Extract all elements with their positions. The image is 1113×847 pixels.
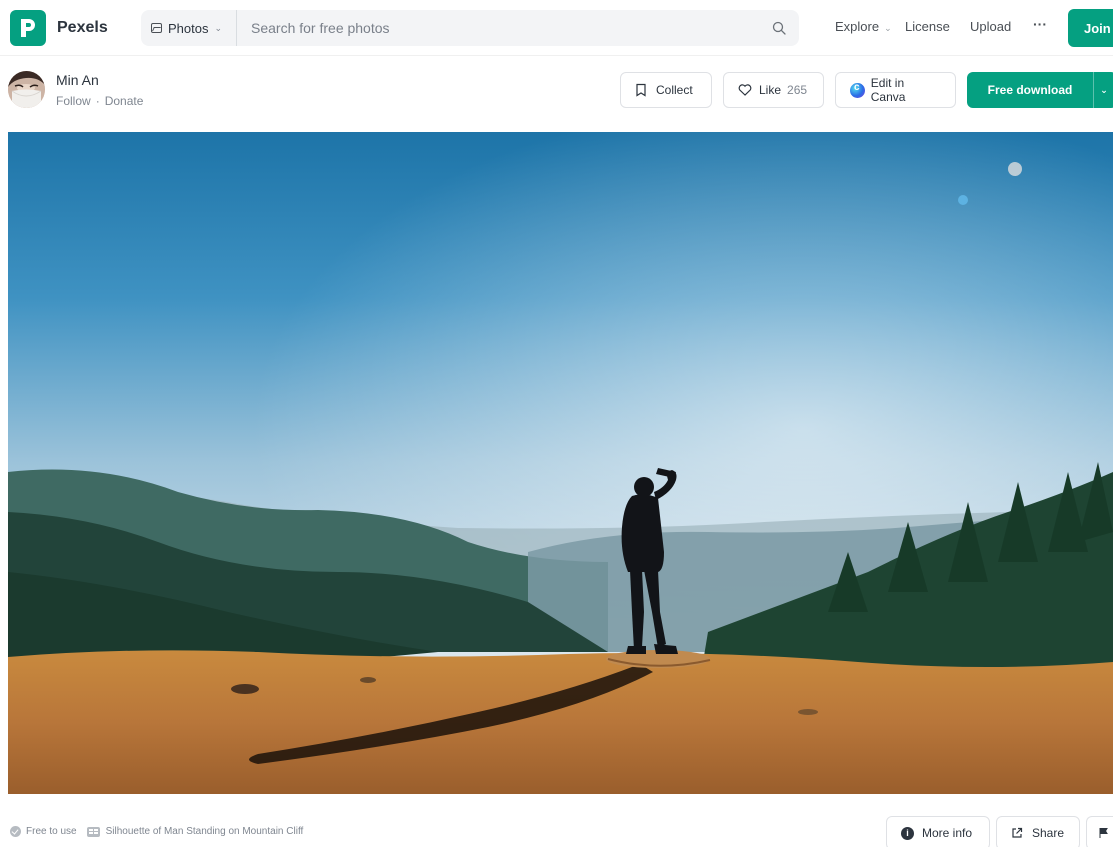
- image-icon: [151, 23, 162, 33]
- nav-explore-label: Explore: [835, 19, 880, 34]
- collect-button[interactable]: Collect: [620, 72, 712, 108]
- nav-license[interactable]: License: [905, 19, 950, 34]
- photo-title: Silhouette of Man Standing on Mountain C…: [105, 826, 304, 837]
- main-photo[interactable]: [8, 132, 1113, 794]
- avatar[interactable]: [8, 71, 45, 108]
- more-menu-button[interactable]: ···: [1033, 16, 1047, 32]
- media-type-label: Photos: [168, 20, 209, 36]
- caption-icon: [86, 826, 100, 837]
- report-button[interactable]: [1086, 816, 1113, 847]
- share-button[interactable]: Share: [996, 816, 1080, 847]
- flag-icon: [1099, 828, 1108, 838]
- edit-in-canva-label: Edit in Canva: [870, 76, 906, 104]
- free-download-label: Free download: [987, 83, 1073, 97]
- chevron-down-icon: ⌄: [884, 23, 892, 33]
- search-bar: Photos ⌄: [141, 10, 799, 46]
- more-info-label: More info: [922, 826, 973, 840]
- join-button[interactable]: Join: [1068, 9, 1113, 47]
- nav-upload[interactable]: Upload: [970, 19, 1011, 34]
- top-header: Pexels Photos ⌄ Explore⌄ License Upload …: [0, 0, 1113, 56]
- brand-name[interactable]: Pexels: [57, 19, 108, 37]
- photo-info: Free to use Silhouette of Man Standing o…: [10, 826, 303, 837]
- chevron-down-icon: ⌄: [214, 22, 223, 33]
- like-count: 265: [787, 83, 808, 97]
- info-icon: i: [901, 826, 914, 840]
- donate-link[interactable]: Donate: [105, 94, 144, 108]
- canva-icon: [850, 82, 865, 98]
- check-circle-icon: [10, 826, 21, 837]
- search-input[interactable]: [251, 10, 751, 46]
- nav-explore[interactable]: Explore ⌄: [835, 19, 892, 34]
- like-label: Like: [759, 83, 782, 97]
- share-icon: [1012, 827, 1023, 838]
- author-links: Follow · Donate: [56, 94, 143, 108]
- more-info-button[interactable]: i More info: [886, 816, 990, 847]
- bookmark-icon: [636, 83, 646, 97]
- author-name[interactable]: Min An: [56, 72, 99, 88]
- chevron-down-icon[interactable]: ⌄: [1094, 85, 1113, 96]
- separator: ·: [95, 94, 100, 108]
- edit-in-canva-button[interactable]: Edit in Canva: [835, 72, 956, 108]
- follow-link[interactable]: Follow: [56, 94, 91, 108]
- search-icon[interactable]: [772, 21, 786, 35]
- media-type-select[interactable]: Photos ⌄: [141, 10, 237, 46]
- share-label: Share: [1032, 826, 1065, 840]
- license-label[interactable]: Free to use: [26, 826, 77, 837]
- like-button[interactable]: Like 265: [723, 72, 824, 108]
- free-download-button[interactable]: Free download ⌄: [967, 72, 1113, 108]
- heart-icon: [738, 84, 752, 96]
- pexels-logo-icon[interactable]: [10, 10, 46, 46]
- collect-label: Collect: [656, 83, 693, 97]
